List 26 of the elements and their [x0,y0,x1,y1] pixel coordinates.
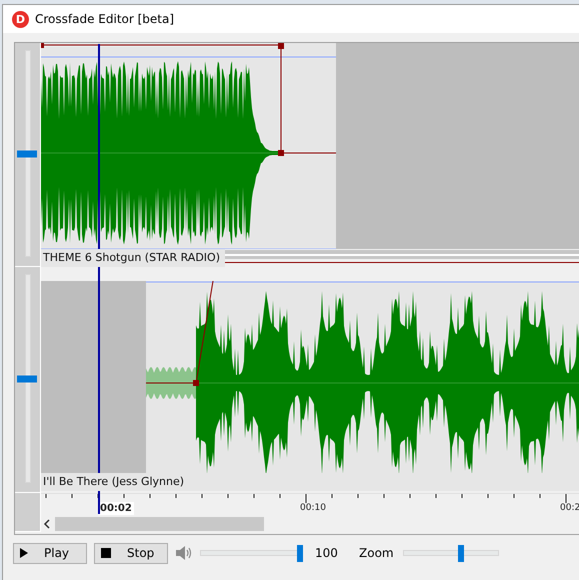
envelope-line[interactable] [41,43,336,156]
faded-waveform-drawing [146,367,196,399]
play-button[interactable]: Play [13,542,87,564]
playhead-line[interactable] [98,44,100,514]
time-ruler[interactable]: 00:02 00:10 00:2 [41,493,579,516]
play-icon [20,548,28,558]
zoom-label: Zoom [359,546,395,560]
slider-thumb[interactable] [458,544,464,562]
speaker-icon [176,546,192,560]
slider-thumb[interactable] [17,150,37,157]
time-label: 00:02 [98,502,134,515]
time-label: 00:10 [299,502,327,515]
stop-icon [101,548,111,558]
slider-thumb[interactable] [296,544,303,562]
volume-slider[interactable] [200,544,303,562]
scrollbar-thumb[interactable] [55,517,264,531]
slider-thumb[interactable] [17,375,37,382]
scroll-left-icon[interactable] [43,519,51,529]
volume-value: 100 [315,546,339,560]
time-label: 00:2 [559,502,579,515]
window-title: Crossfade Editor [beta] [35,12,174,26]
envelope-line[interactable] [146,281,214,386]
stop-button[interactable]: Stop [94,542,168,564]
zoom-slider[interactable] [403,544,499,562]
app-logo-icon: D [12,10,29,28]
track-name: THEME 6 Shotgun (STAR RADIO) [41,249,225,267]
